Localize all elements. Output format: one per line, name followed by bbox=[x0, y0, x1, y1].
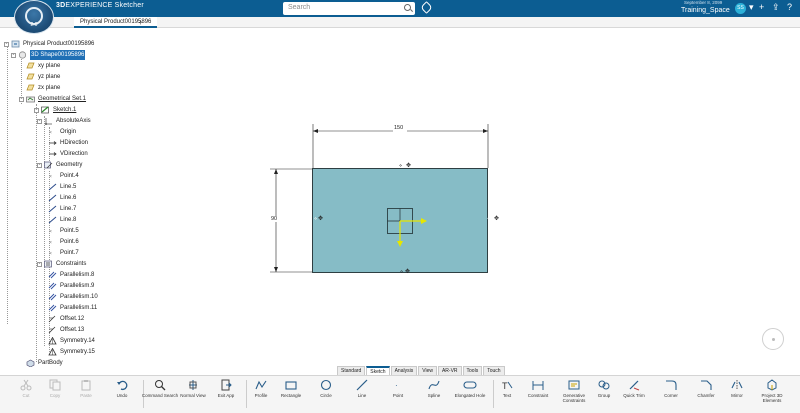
spline-label: Spline bbox=[427, 393, 441, 398]
circle-button[interactable]: Circle bbox=[306, 378, 346, 398]
tab-standard[interactable]: Standard bbox=[337, 366, 366, 375]
tab-touch[interactable]: Touch bbox=[483, 366, 505, 375]
mirror-icon bbox=[717, 378, 757, 392]
corner-label: Corner bbox=[664, 393, 678, 398]
dimension-width-value[interactable]: 150 bbox=[394, 125, 403, 131]
svg-text:✥: ✥ bbox=[406, 162, 411, 169]
tab-analysis[interactable]: Analysis bbox=[390, 366, 418, 375]
dimension-height-value[interactable]: 90 bbox=[271, 216, 278, 222]
navigation-wheel-icon[interactable] bbox=[762, 328, 784, 350]
project-3d-elements-icon bbox=[752, 378, 792, 392]
mirror-label: Mirror bbox=[731, 393, 743, 398]
rectangle-icon bbox=[271, 378, 311, 392]
exit-app-icon bbox=[206, 378, 246, 392]
line-label: Line bbox=[357, 393, 367, 398]
exit-app-label: Exit App bbox=[217, 393, 235, 398]
undo-icon bbox=[102, 378, 142, 392]
compass-version: 2.0 bbox=[30, 22, 38, 28]
spline-button[interactable]: Spline bbox=[414, 378, 454, 398]
constraint-icon bbox=[518, 378, 558, 392]
point-icon: · bbox=[378, 378, 418, 392]
rectangle-label: Rectangle bbox=[280, 393, 302, 398]
rectangle-button[interactable]: Rectangle bbox=[271, 378, 311, 398]
symmetry-marker-right[interactable]: ⋄ ✥ bbox=[487, 215, 499, 222]
quick-trim-icon bbox=[614, 378, 654, 392]
svg-text:⋄: ⋄ bbox=[399, 163, 402, 169]
svg-text:⋄: ⋄ bbox=[314, 216, 317, 222]
svg-text:✥: ✥ bbox=[494, 215, 499, 222]
svg-text:⋄: ⋄ bbox=[487, 216, 490, 222]
tab-tools[interactable]: Tools bbox=[462, 366, 483, 375]
svg-text:⋄: ⋄ bbox=[400, 269, 403, 275]
circle-label: Circle bbox=[320, 393, 332, 398]
elongated-hole-button[interactable]: Elongated Hole bbox=[450, 378, 490, 398]
constraint-button[interactable]: Constraint bbox=[518, 378, 558, 398]
point-button[interactable]: · Point bbox=[378, 378, 418, 398]
line-icon bbox=[342, 378, 382, 392]
svg-text:✥: ✥ bbox=[318, 215, 323, 222]
elongated-hole-label: Elongated Hole bbox=[454, 393, 486, 398]
svg-text:✥: ✥ bbox=[405, 268, 410, 275]
project-3d-elements-label: Project 3D Elements bbox=[761, 393, 783, 403]
quick-trim-button[interactable]: Quick Trim bbox=[614, 378, 654, 398]
circle-icon bbox=[306, 378, 346, 392]
symmetry-marker-left[interactable]: ⋄ ✥ bbox=[314, 215, 323, 222]
undo-label: Undo bbox=[116, 393, 128, 398]
exit-app-button[interactable]: Exit App bbox=[206, 378, 246, 398]
point-label: Point bbox=[392, 393, 404, 398]
mirror-button[interactable]: Mirror bbox=[717, 378, 757, 398]
sketch-canvas[interactable]: ⋄ ✥ ⋄ ✥ ⋄ ✥ ⋄ ✥ bbox=[0, 0, 800, 375]
corner-icon bbox=[651, 378, 691, 392]
corner-button[interactable]: Corner bbox=[651, 378, 691, 398]
tab-sketch[interactable]: Sketch bbox=[366, 366, 390, 375]
svg-text:T: T bbox=[502, 381, 508, 391]
project-3d-elements-button[interactable]: Project 3D Elements bbox=[752, 378, 792, 403]
symmetry-marker-top[interactable]: ⋄ ✥ bbox=[399, 162, 411, 169]
constraint-label: Constraint bbox=[527, 393, 549, 398]
compass-icon[interactable]: 2.0 bbox=[14, 0, 54, 34]
paste-icon bbox=[66, 378, 106, 392]
symmetry-marker-bottom[interactable]: ⋄ ✥ bbox=[400, 268, 410, 275]
spline-icon bbox=[414, 378, 454, 392]
action-bar-tabs: Standard Sketch Analysis View AR-VR Tool… bbox=[337, 366, 506, 375]
paste-label: Paste bbox=[80, 393, 92, 398]
undo-button[interactable]: Undo bbox=[102, 378, 142, 398]
svg-text:·: · bbox=[395, 381, 398, 390]
action-bar: Cut Copy Paste Undo Command Search Norma… bbox=[0, 375, 800, 413]
elongated-hole-icon bbox=[450, 378, 490, 392]
paste-button[interactable]: Paste bbox=[66, 378, 106, 398]
line-button[interactable]: Line bbox=[342, 378, 382, 398]
quick-trim-label: Quick Trim bbox=[623, 393, 645, 398]
tab-ar-vr[interactable]: AR-VR bbox=[437, 366, 462, 375]
tab-view[interactable]: View bbox=[418, 366, 437, 375]
